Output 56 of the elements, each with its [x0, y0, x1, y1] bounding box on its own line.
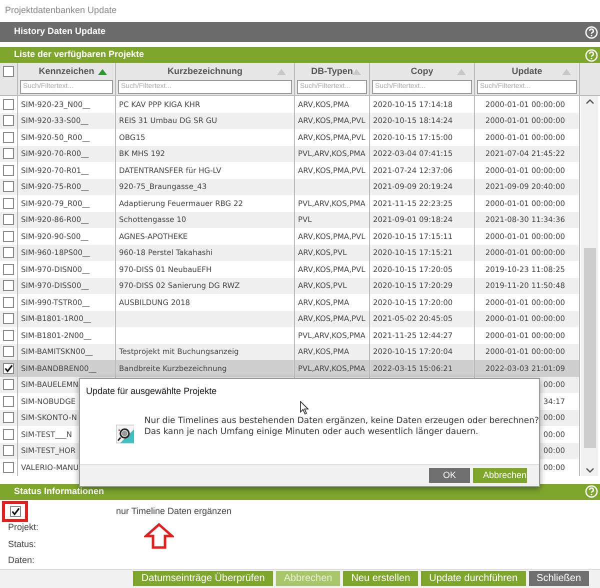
field-label: Status: [8, 538, 36, 550]
checkbox[interactable] [3, 296, 14, 308]
checkbox[interactable] [3, 396, 14, 407]
checkbox[interactable] [3, 247, 14, 258]
dialog-title: Update für ausgewählte Projekte [86, 385, 217, 398]
checkbox[interactable] [3, 164, 14, 176]
column-header[interactable]: DB-Typen [311, 65, 353, 78]
panel-title: Liste der verfügbaren Projekte [14, 48, 144, 62]
checkbox[interactable] [3, 132, 14, 143]
check-icon [10, 507, 20, 516]
checkbox[interactable] [3, 445, 14, 456]
checkbox[interactable] [3, 198, 14, 209]
scroll-up-icon[interactable] [586, 99, 594, 104]
checkbox[interactable] [3, 412, 14, 424]
checkbox[interactable] [3, 115, 14, 126]
dialog-message: Das kann je nach Umfang einige Minuten oder auch wesentlich länger dauern. [144, 427, 480, 438]
scroll-down-icon[interactable] [586, 468, 594, 472]
checkbox[interactable] [3, 264, 14, 275]
dialog-message: Nur die Timelines aus bestehenden Daten ergänzen, keine Daten erzeugen oder berechnen? [144, 416, 539, 427]
checkbox[interactable] [3, 313, 14, 324]
checkbox[interactable] [3, 346, 14, 358]
sort-arrow-icon[interactable] [352, 69, 361, 75]
scroll-thumb[interactable] [584, 248, 596, 448]
help-icon[interactable] [585, 26, 598, 38]
checkbox[interactable] [3, 66, 14, 77]
column-header[interactable]: Kennzeichen [38, 65, 94, 78]
checkbox[interactable] [3, 379, 14, 390]
checkbox[interactable] [3, 98, 14, 110]
checkbox[interactable] [3, 148, 14, 160]
window-title: Projektdatenbanken Update [5, 4, 117, 18]
option-label: nur Timeline Daten ergänzen [116, 504, 232, 518]
dialog-button[interactable]: OK [429, 468, 470, 483]
column-header[interactable]: Kurzbezeichnung [167, 65, 242, 78]
check-icon [4, 364, 13, 373]
panel-title: Status Informationen [14, 484, 104, 498]
checkbox[interactable] [3, 362, 14, 374]
help-icon[interactable] [585, 48, 598, 62]
checkbox[interactable] [3, 230, 14, 242]
scrollbar[interactable] [581, 96, 598, 476]
checkbox[interactable] [3, 462, 14, 473]
checkbox[interactable] [3, 214, 14, 226]
button[interactable]: Schließen [528, 571, 589, 586]
field-label: Daten: [8, 554, 35, 567]
column-header[interactable]: Copy [410, 65, 434, 78]
column-header[interactable]: Update [512, 65, 542, 78]
checkbox[interactable] [3, 330, 14, 341]
field-label: Projekt: [8, 521, 39, 534]
checkbox[interactable] [10, 506, 20, 517]
sort-arrow-icon[interactable] [98, 69, 107, 75]
help-icon[interactable] [585, 485, 598, 498]
checkbox[interactable] [3, 428, 14, 440]
checkbox[interactable] [3, 181, 14, 192]
mouse-cursor-icon [300, 401, 309, 415]
header-title: History Daten Update [14, 25, 106, 38]
arrow-icon [144, 523, 174, 549]
checkbox[interactable] [3, 280, 14, 292]
